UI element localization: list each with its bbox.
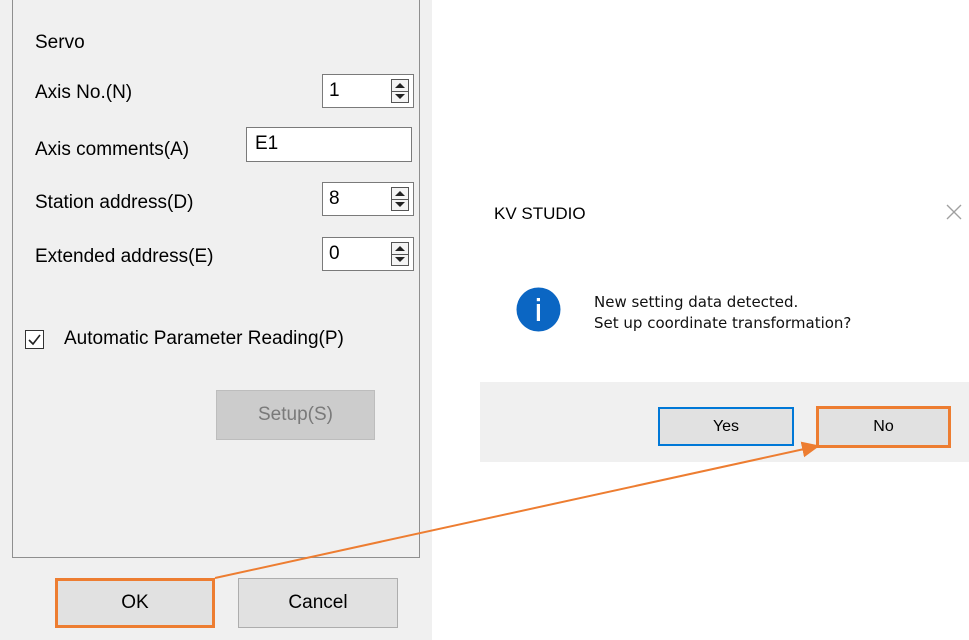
auto-param-checkbox[interactable] [25,330,44,349]
extended-address-value: 0 [329,243,340,264]
message-box-title: KV STUDIO [494,204,586,223]
extended-address-label: Extended address(E) [35,246,214,267]
axis-no-spin-buttons[interactable] [391,79,409,103]
message-box [480,170,969,382]
axis-no-label: Axis No.(N) [35,82,133,103]
axis-comments-label: Axis comments(A) [35,139,190,160]
yes-button[interactable]: Yes [658,407,794,446]
axis-comments-value: E1 [255,133,279,154]
cancel-button[interactable]: Cancel [238,578,398,628]
servo-settings-window: Servo Axis No.(N) 1 Axis comments(A) E1 … [0,0,432,640]
group-title: Servo [35,32,85,53]
close-icon[interactable] [942,200,966,224]
message-text: New setting data detected. Set up coordi… [594,292,851,334]
station-address-spin-buttons[interactable] [391,187,409,211]
info-icon [516,287,561,332]
spin-down-icon[interactable] [392,254,408,265]
station-address-label: Station address(D) [35,192,194,213]
message-line-1: New setting data detected. [594,293,799,311]
extended-address-spinbox[interactable]: 0 [322,237,414,271]
axis-no-spinbox[interactable]: 1 [322,74,414,108]
message-line-2: Set up coordinate transformation? [594,314,852,332]
spin-down-icon[interactable] [392,91,408,102]
axis-no-value: 1 [329,80,340,101]
axis-comments-input[interactable]: E1 [246,127,412,162]
extended-address-spin-buttons[interactable] [391,242,409,266]
ok-button[interactable]: OK [55,578,215,628]
spin-down-icon[interactable] [392,199,408,210]
station-address-spinbox[interactable]: 8 [322,182,414,216]
setup-button: Setup(S) [216,390,375,440]
checkmark-icon [28,334,41,346]
no-button[interactable]: No [816,406,951,448]
auto-param-label[interactable]: Automatic Parameter Reading(P) [64,328,344,350]
station-address-value: 8 [329,188,340,209]
